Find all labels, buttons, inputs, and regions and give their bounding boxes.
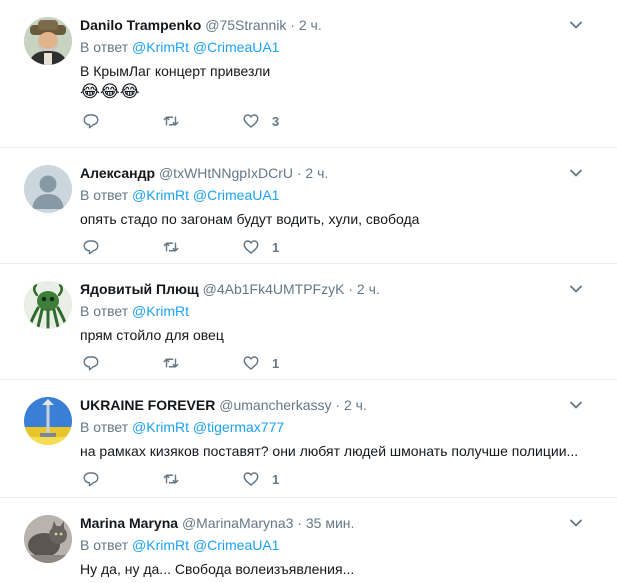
mention-link[interactable]: @tigermax777 (193, 419, 284, 435)
reply-button[interactable] (82, 354, 162, 372)
reply-button[interactable] (82, 112, 162, 130)
separator-dot: · (297, 515, 302, 531)
tweet-header: Ядовитый Плющ @4Ab1Fk4UMTPFzyK · 2 ч. (80, 274, 601, 299)
like-button[interactable]: 1 (242, 470, 322, 488)
tweet-actions: 3 (80, 111, 601, 131)
retweet-button[interactable] (162, 354, 242, 372)
heart-icon (242, 470, 260, 488)
reply-context: В ответ @KrimRt (80, 301, 601, 321)
mention-link[interactable]: @KrimRt (132, 303, 189, 319)
avatar[interactable] (24, 165, 72, 213)
tweet[interactable]: Marina Maryna @MarinaMaryna3 · 35 мин. В… (0, 498, 617, 583)
chevron-down-icon[interactable] (569, 18, 583, 32)
mention-link[interactable]: @CrimeaUA1 (193, 39, 280, 55)
reply-prefix: В ответ (80, 419, 129, 435)
author-handle[interactable]: @txWHtNNgpIxDCrU (159, 165, 293, 181)
retweet-button[interactable] (162, 470, 242, 488)
reply-button[interactable] (82, 238, 162, 256)
tweet-text: опять стадо по загонам будут водить, хул… (80, 211, 420, 227)
chevron-down-icon[interactable] (569, 282, 583, 296)
retweet-icon (162, 112, 180, 130)
reply-context: В ответ @KrimRt @CrimeaUA1 (80, 535, 601, 555)
reply-prefix: В ответ (80, 39, 129, 55)
author-name[interactable]: Marina Maryna (80, 515, 178, 531)
timestamp[interactable]: 2 ч. (357, 281, 380, 297)
timestamp[interactable]: 2 ч. (305, 165, 328, 181)
tweet-text: В КрымЛаг концерт привезли 😂😂😂 (80, 61, 601, 103)
tweet-text: на рамках кизяков поставят? они любят лю… (80, 443, 579, 459)
emoji-line: 😂😂😂 (80, 82, 140, 101)
author-handle[interactable]: @4Ab1Fk4UMTPFzyK (203, 281, 345, 297)
retweet-icon (162, 354, 180, 372)
like-button[interactable]: 1 (242, 238, 322, 256)
like-count: 3 (272, 113, 280, 129)
replies-feed: Danilo Trampenko @75Strannik · 2 ч. В от… (0, 0, 617, 583)
tweet[interactable]: Александр @txWHtNNgpIxDCrU · 2 ч. В отве… (0, 148, 617, 264)
tweet-header: Danilo Trampenko @75Strannik · 2 ч. (80, 10, 601, 35)
author-name[interactable]: UKRAINE FOREVER (80, 397, 215, 413)
author-handle[interactable]: @75Strannik (205, 17, 286, 33)
reply-prefix: В ответ (80, 187, 129, 203)
reply-context: В ответ @KrimRt @CrimeaUA1 (80, 185, 601, 205)
heart-icon (242, 238, 260, 256)
reply-button[interactable] (82, 470, 162, 488)
author-name[interactable]: Danilo Trampenko (80, 17, 201, 33)
tweet-text-line: В КрымЛаг концерт привезли (80, 63, 271, 79)
avatar[interactable] (24, 397, 72, 445)
separator-dot: · (335, 397, 341, 413)
avatar[interactable] (24, 17, 72, 65)
tweet-text: Ну да, ну да... Свобода волеизъявления..… (80, 561, 355, 577)
like-button[interactable]: 1 (242, 354, 322, 372)
reply-prefix: В ответ (80, 537, 129, 553)
mention-link[interactable]: @KrimRt (132, 39, 189, 55)
avatar[interactable] (24, 515, 72, 563)
tweet-actions: 1 (80, 469, 601, 489)
tweet-header: UKRAINE FOREVER @umancherkassy · 2 ч. (80, 390, 601, 415)
author-name[interactable]: Ядовитый Плющ (80, 281, 199, 297)
like-count: 1 (272, 239, 280, 255)
mention-link[interactable]: @CrimeaUA1 (193, 187, 280, 203)
tweet-text: прям стойло для овец (80, 327, 224, 343)
chevron-down-icon[interactable] (569, 398, 583, 412)
like-button[interactable]: 3 (242, 112, 322, 130)
separator-dot: · (348, 281, 354, 297)
reply-icon (82, 354, 100, 372)
like-count: 1 (272, 471, 280, 487)
heart-icon (242, 112, 260, 130)
retweet-button[interactable] (162, 112, 242, 130)
timestamp[interactable]: 35 мин. (306, 515, 355, 531)
chevron-down-icon[interactable] (569, 166, 583, 180)
reply-prefix: В ответ (80, 303, 129, 319)
author-name[interactable]: Александр (80, 165, 155, 181)
timestamp[interactable]: 2 ч. (344, 397, 367, 413)
avatar[interactable] (24, 281, 72, 329)
reply-context: В ответ @KrimRt @tigermax777 (80, 417, 601, 437)
retweet-icon (162, 238, 180, 256)
reply-context: В ответ @KrimRt @CrimeaUA1 (80, 37, 601, 57)
author-handle[interactable]: @MarinaMaryna3 (182, 515, 293, 531)
heart-icon (242, 354, 260, 372)
tweet[interactable]: Danilo Trampenko @75Strannik · 2 ч. В от… (0, 0, 617, 148)
mention-link[interactable]: @KrimRt (132, 419, 189, 435)
tweet-actions: 1 (80, 237, 601, 257)
retweet-icon (162, 470, 180, 488)
mention-link[interactable]: @CrimeaUA1 (193, 537, 280, 553)
tweet-header: Marina Maryna @MarinaMaryna3 · 35 мин. (80, 508, 601, 533)
timestamp[interactable]: 2 ч. (299, 17, 322, 33)
reply-icon (82, 470, 100, 488)
tweet-header: Александр @txWHtNNgpIxDCrU · 2 ч. (80, 158, 601, 183)
tweet-actions: 1 (80, 353, 601, 373)
tweet[interactable]: UKRAINE FOREVER @umancherkassy · 2 ч. В … (0, 380, 617, 498)
mention-link[interactable]: @KrimRt (132, 187, 189, 203)
mention-link[interactable]: @KrimRt (132, 537, 189, 553)
reply-icon (82, 238, 100, 256)
reply-icon (82, 112, 100, 130)
author-handle[interactable]: @umancherkassy (219, 397, 331, 413)
retweet-button[interactable] (162, 238, 242, 256)
like-count: 1 (272, 355, 280, 371)
separator-dot: · (296, 165, 302, 181)
chevron-down-icon[interactable] (569, 516, 583, 530)
separator-dot: · (290, 17, 295, 33)
tweet[interactable]: Ядовитый Плющ @4Ab1Fk4UMTPFzyK · 2 ч. В … (0, 264, 617, 380)
